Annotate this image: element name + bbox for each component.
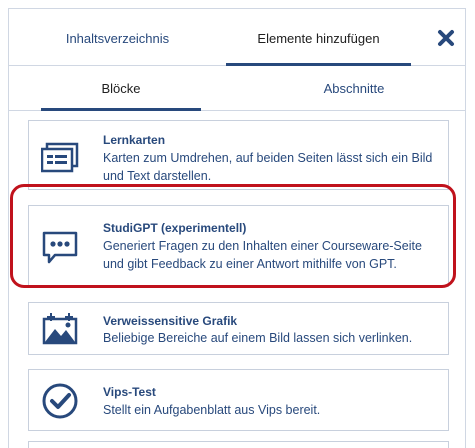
block-card-studigpt[interactable]: StudiGPT (experimentell) Generiert Frage… [28,205,449,287]
close-icon [438,30,454,46]
block-description: Beliebige Bereiche auf einem Bild lassen… [103,331,413,345]
block-title: Vips-Test [103,385,156,399]
main-tabs: Inhaltsverzeichnis Elemente hinzufügen [9,9,465,66]
block-description: Karten zum Umdrehen, auf beiden Seiten l… [103,151,433,183]
block-card-vips-test[interactable]: Vips-Test Stellt ein Aufgabenblatt aus V… [28,369,449,431]
block-title: StudiGPT (experimentell) [103,221,247,235]
image-map-icon [42,313,78,345]
block-card-verweissensitive-grafik[interactable]: Verweissensitive Grafik Beliebige Bereic… [28,302,449,355]
tab-sections[interactable]: Abschnitte [274,66,434,110]
sidebar-panel: Inhaltsverzeichnis Elemente hinzufügen B… [8,8,466,448]
tab-table-of-contents[interactable]: Inhaltsverzeichnis [9,9,226,65]
flashcards-icon [41,142,79,173]
tab-blocks[interactable]: Blöcke [41,66,201,111]
chat-bubble-icon [42,231,78,264]
block-card-lernkarten[interactable]: Lernkarten Karten zum Umdrehen, auf beid… [28,120,449,190]
sub-tabs: Blöcke Abschnitte [9,66,465,111]
next-block-card-partial [28,441,449,448]
tab-add-elements[interactable]: Elemente hinzufügen [226,9,411,66]
block-title: Lernkarten [103,133,166,147]
block-title: Verweissensitive Grafik [103,314,238,328]
check-circle-icon [42,383,78,419]
close-button[interactable] [435,27,457,49]
block-description: Generiert Fragen zu den Inhalten einer C… [103,239,422,271]
block-description: Stellt ein Aufgabenblatt aus Vips bereit… [103,403,321,417]
